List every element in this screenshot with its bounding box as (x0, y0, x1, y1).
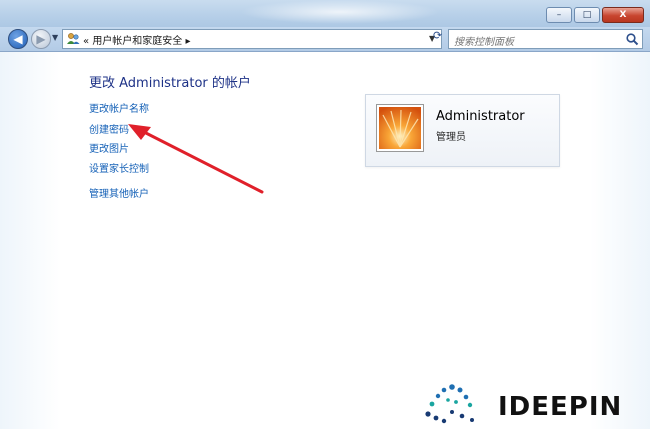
flower-picture-icon (379, 107, 421, 149)
back-button[interactable]: ◀ (8, 29, 28, 49)
breadcrumb-user-accounts-family-safety[interactable]: 用户帐户和家庭安全 (92, 36, 182, 47)
window-controls: – □ X (546, 7, 644, 23)
account-role: 管理员 (436, 132, 466, 143)
minimize-button[interactable]: – (546, 7, 572, 23)
account-card: Administrator 管理员 (365, 94, 560, 167)
create-password-link[interactable]: 创建密码 (89, 121, 129, 136)
account-name: Administrator (436, 109, 525, 124)
window-titlebar: – □ X (0, 0, 650, 27)
ideepin-wordmark: IDEEPIN (498, 392, 623, 422)
search-input[interactable] (454, 34, 614, 51)
address-overflow-chevron[interactable]: « (83, 36, 89, 47)
change-account-name-link[interactable]: 更改帐户名称 (89, 100, 149, 115)
content-area: 更改 Administrator 的帐户 更改帐户名称 创建密码 更改图片 设置… (0, 52, 650, 429)
address-bar[interactable]: « 用户帐户和家庭安全 ▸ ▼ (62, 29, 442, 49)
close-button[interactable]: X (602, 7, 644, 23)
search-box[interactable] (448, 29, 643, 51)
parental-controls-link[interactable]: 设置家长控制 (89, 160, 149, 175)
search-icon[interactable] (625, 32, 639, 46)
maximize-button[interactable]: □ (574, 7, 600, 23)
refresh-icon[interactable]: ⟳ (433, 29, 442, 42)
change-picture-link[interactable]: 更改图片 (89, 140, 129, 155)
navigation-bar: ◀ ▶ ▼ « 用户帐户和家庭安全 ▸ ▼ ⟳ (0, 27, 650, 52)
titlebar-glow (240, 0, 440, 24)
address-path: « 用户帐户和家庭安全 ▸ (83, 32, 191, 47)
ideepin-watermark: IDEEPIN (418, 378, 650, 429)
page-title: 更改 Administrator 的帐户 (89, 76, 251, 91)
ideepin-logo-icon (425, 384, 474, 424)
user-accounts-icon (67, 33, 80, 44)
manage-other-accounts-link[interactable]: 管理其他帐户 (89, 185, 149, 200)
forward-button[interactable]: ▶ (31, 29, 51, 49)
account-avatar (376, 104, 424, 152)
breadcrumb-chevron[interactable]: ▸ (186, 36, 191, 47)
recent-pages-dropdown[interactable]: ▼ (52, 33, 58, 42)
